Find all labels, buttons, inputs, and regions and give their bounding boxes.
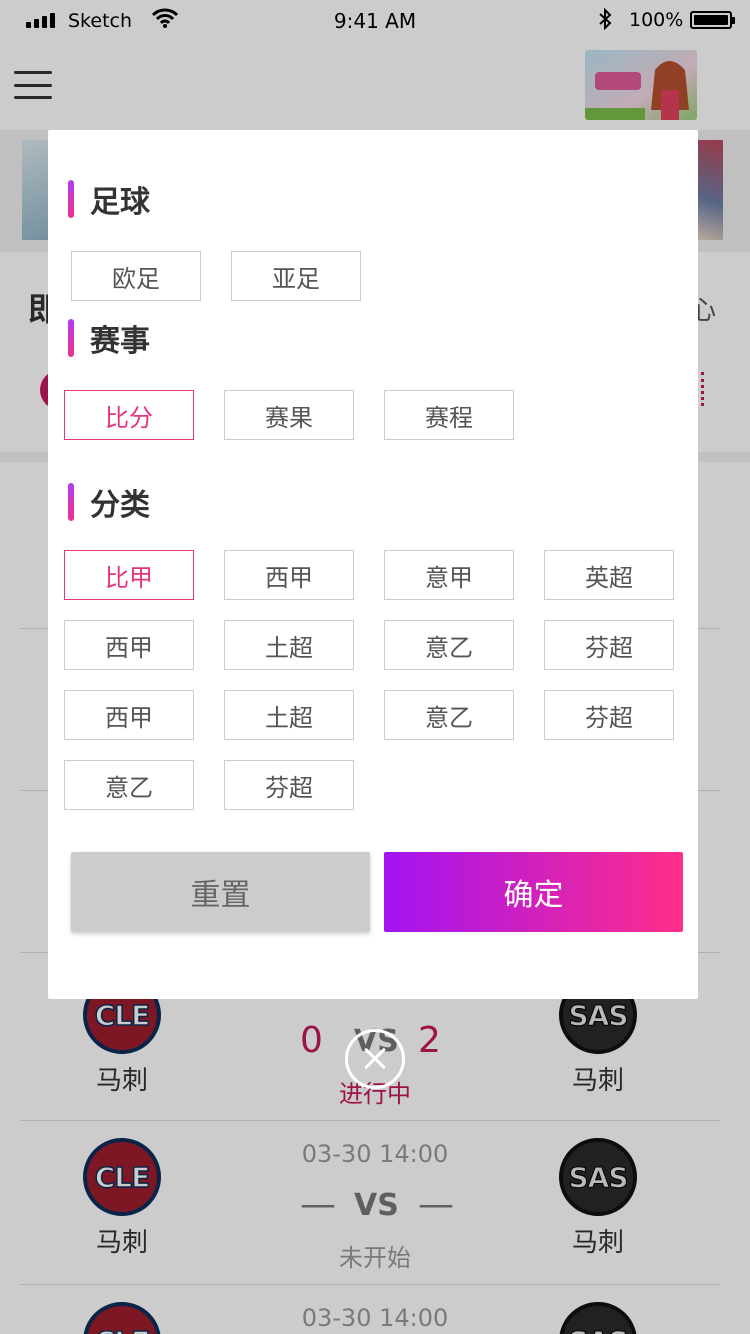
chip-category[interactable]: 意乙 <box>384 690 514 740</box>
chip-category[interactable]: 芬超 <box>224 760 354 810</box>
chip-category[interactable]: 土超 <box>224 620 354 670</box>
chip-category[interactable]: 芬超 <box>544 690 674 740</box>
chip-result[interactable]: 赛果 <box>224 390 354 440</box>
chip-category[interactable]: 西甲 <box>64 690 194 740</box>
reset-button[interactable]: 重置 <box>71 852 370 932</box>
group-title-category: 分类 <box>68 483 150 523</box>
chip-category[interactable]: 意乙 <box>64 760 194 810</box>
chip-score[interactable]: 比分 <box>64 390 194 440</box>
title-accent-bar <box>68 180 74 218</box>
close-icon[interactable] <box>345 1029 405 1089</box>
chip-category[interactable]: 英超 <box>544 550 674 600</box>
chip-category[interactable]: 意甲 <box>384 550 514 600</box>
group-title-football: 足球 <box>68 180 150 220</box>
chip-category[interactable]: 比甲 <box>64 550 194 600</box>
chip-category[interactable]: 西甲 <box>224 550 354 600</box>
confirm-button[interactable]: 确定 <box>384 852 683 932</box>
chip-category[interactable]: 意乙 <box>384 620 514 670</box>
chip-category[interactable]: 土超 <box>224 690 354 740</box>
chip-schedule[interactable]: 赛程 <box>384 390 514 440</box>
chip-category[interactable]: 西甲 <box>64 620 194 670</box>
group-title-event: 赛事 <box>68 319 150 359</box>
chip-asia[interactable]: 亚足 <box>231 251 361 301</box>
filter-modal: 足球 欧足 亚足 赛事 比分 赛果 赛程 分类 比甲 西甲 意甲 英超 西甲 土… <box>48 130 698 999</box>
title-accent-bar <box>68 483 74 521</box>
title-accent-bar <box>68 319 74 357</box>
chip-europe[interactable]: 欧足 <box>71 251 201 301</box>
chip-category[interactable]: 芬超 <box>544 620 674 670</box>
